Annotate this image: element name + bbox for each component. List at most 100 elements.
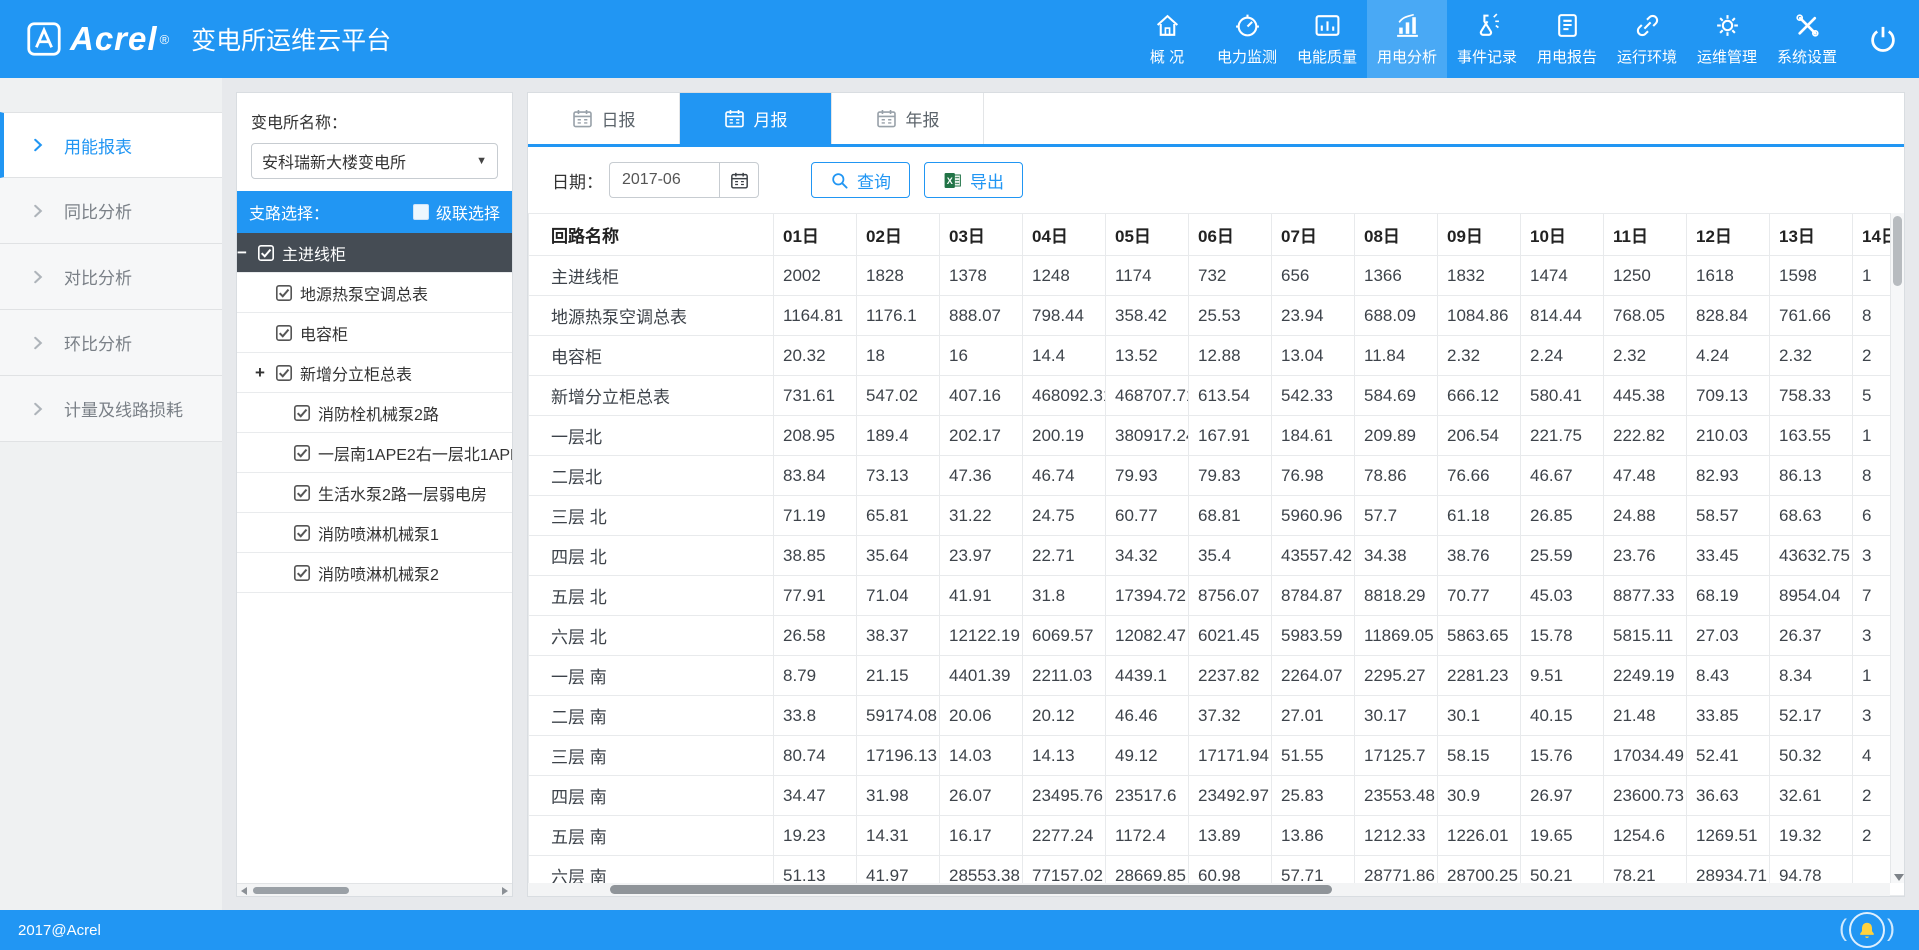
nav-item-home[interactable]: 概 况	[1127, 0, 1207, 78]
value-cell: 584.69	[1355, 376, 1438, 416]
nav-item-event[interactable]: 事件记录	[1447, 0, 1527, 78]
value-cell: 43632.75	[1770, 536, 1853, 576]
value-cell: 2281.23	[1438, 656, 1521, 696]
tree-node[interactable]: 消防喷淋机械泵1	[237, 513, 512, 553]
tree-node[interactable]: 地源热泵空调总表	[237, 273, 512, 313]
tree-horizontal-scrollbar[interactable]	[237, 883, 512, 896]
value-cell: 8756.07	[1189, 576, 1272, 616]
sidebar-item-1[interactable]: 同比分析	[0, 178, 222, 244]
value-cell: 26.97	[1521, 776, 1604, 816]
nav-item-ops[interactable]: 运维管理	[1687, 0, 1767, 78]
circuit-name-cell: 地源热泵空调总表	[529, 296, 774, 336]
value-cell: 86.13	[1770, 456, 1853, 496]
tab-daily[interactable]: 日报	[528, 93, 680, 144]
value-cell: 23553.48	[1355, 776, 1438, 816]
tree-node[interactable]: 一层南1APE2右一层北1APE1左	[237, 433, 512, 473]
tree-node[interactable]: − 主进线柜	[237, 233, 512, 273]
query-button[interactable]: 查询	[811, 162, 910, 198]
value-cell: 26.85	[1521, 496, 1604, 536]
checkbox-checked-icon[interactable]	[293, 524, 311, 542]
table-vertical-scrollbar[interactable]	[1890, 213, 1904, 883]
sidebar-item-0[interactable]: 用能报表	[0, 112, 222, 178]
value-cell: 613.54	[1189, 376, 1272, 416]
circuit-name-cell: 主进线柜	[529, 256, 774, 296]
checkbox-checked-icon[interactable]	[275, 364, 293, 382]
value-cell: 14.31	[857, 816, 940, 856]
nav-item-analysis[interactable]: 用电分析	[1367, 0, 1447, 78]
content-panel: 日报 月报 年报 日期： 2017-06 查询 导出 回路名称0	[527, 92, 1905, 897]
checkbox-checked-icon[interactable]	[275, 284, 293, 302]
value-cell: 4439.1	[1106, 656, 1189, 696]
checkbox-checked-icon[interactable]	[257, 244, 275, 262]
value-cell: 6021.45	[1189, 616, 1272, 656]
checkbox-checked-icon[interactable]	[293, 444, 311, 462]
value-cell: 34.47	[774, 776, 857, 816]
checkbox-checked-icon[interactable]	[275, 324, 293, 342]
value-cell: 1598	[1770, 256, 1853, 296]
value-cell: 11869.05	[1355, 616, 1438, 656]
table-row: 三层 南80.7417196.1314.0314.1349.1217171.94…	[529, 736, 1905, 776]
value-cell: 2.24	[1521, 336, 1604, 376]
nav-item-env[interactable]: 运行环境	[1607, 0, 1687, 78]
value-cell: 41.91	[940, 576, 1023, 616]
value-cell: 468707.71	[1106, 376, 1189, 416]
value-cell: 31.8	[1023, 576, 1106, 616]
scrollbar-thumb[interactable]	[1893, 216, 1902, 286]
value-cell: 52.17	[1770, 696, 1853, 736]
value-cell: 77.91	[774, 576, 857, 616]
value-cell: 71.19	[774, 496, 857, 536]
checkbox-checked-icon[interactable]	[293, 564, 311, 582]
table-horizontal-scrollbar[interactable]	[528, 883, 1890, 896]
table-row: 新增分立柜总表731.61547.02407.16468092.31468707…	[529, 376, 1905, 416]
tree-node[interactable]: 电容柜	[237, 313, 512, 353]
column-header: 12日	[1687, 214, 1770, 256]
value-cell: 51.55	[1272, 736, 1355, 776]
sidebar: 用能报表 同比分析 对比分析 环比分析 计量及线路损耗	[0, 78, 222, 910]
sidebar-item-3[interactable]: 环比分析	[0, 310, 222, 376]
circuit-name-cell: 电容柜	[529, 336, 774, 376]
value-cell: 76.98	[1272, 456, 1355, 496]
nav-item-report[interactable]: 用电报告	[1527, 0, 1607, 78]
value-cell: 1250	[1604, 256, 1687, 296]
date-input[interactable]: 2017-06	[609, 162, 719, 198]
scrollbar-thumb[interactable]	[610, 885, 1332, 894]
value-cell: 35.64	[857, 536, 940, 576]
value-cell: 5815.11	[1604, 616, 1687, 656]
branch-label: 支路选择：	[249, 200, 329, 224]
export-button[interactable]: 导出	[924, 162, 1023, 198]
tree-node[interactable]: 生活水泵2路一层弱电房	[237, 473, 512, 513]
app-title: 变电所运维云平台	[191, 21, 391, 57]
value-cell: 1248	[1023, 256, 1106, 296]
value-cell: 46.67	[1521, 456, 1604, 496]
scroll-left-arrow-icon[interactable]	[241, 887, 247, 895]
value-cell: 24.75	[1023, 496, 1106, 536]
scroll-down-arrow-icon[interactable]	[1894, 874, 1904, 881]
scroll-right-arrow-icon[interactable]	[502, 887, 508, 895]
tree-node[interactable]: 消防喷淋机械泵2	[237, 553, 512, 593]
power-button[interactable]	[1847, 0, 1919, 78]
settings-icon	[1794, 12, 1821, 39]
tab-monthly[interactable]: 月报	[680, 93, 832, 144]
calendar-icon	[876, 108, 897, 129]
value-cell: 23.97	[940, 536, 1023, 576]
scrollbar-thumb[interactable]	[253, 887, 349, 894]
tree-node[interactable]: 消防栓机械泵2路	[237, 393, 512, 433]
calendar-button[interactable]	[719, 162, 759, 198]
nav-item-quality[interactable]: 电能质量	[1287, 0, 1367, 78]
collapse-icon[interactable]: −	[237, 243, 257, 263]
tree-node[interactable]: + 新增分立柜总表	[237, 353, 512, 393]
circuit-name-cell: 三层 南	[529, 736, 774, 776]
checkbox-checked-icon[interactable]	[293, 404, 311, 422]
nav-item-monitor[interactable]: 电力监测	[1207, 0, 1287, 78]
event-icon	[1474, 12, 1501, 39]
value-cell: 1269.51	[1687, 816, 1770, 856]
checkbox-checked-icon[interactable]	[293, 484, 311, 502]
nav-item-settings[interactable]: 系统设置	[1767, 0, 1847, 78]
notification-bell[interactable]	[1849, 912, 1885, 948]
cascade-checkbox[interactable]: 级联选择	[413, 200, 500, 224]
sidebar-item-4[interactable]: 计量及线路损耗	[0, 376, 222, 442]
tab-yearly[interactable]: 年报	[832, 93, 984, 144]
expand-icon[interactable]: +	[255, 363, 275, 383]
sidebar-item-2[interactable]: 对比分析	[0, 244, 222, 310]
station-select[interactable]: 安科瑞新大楼变电所 ▼	[251, 143, 498, 179]
